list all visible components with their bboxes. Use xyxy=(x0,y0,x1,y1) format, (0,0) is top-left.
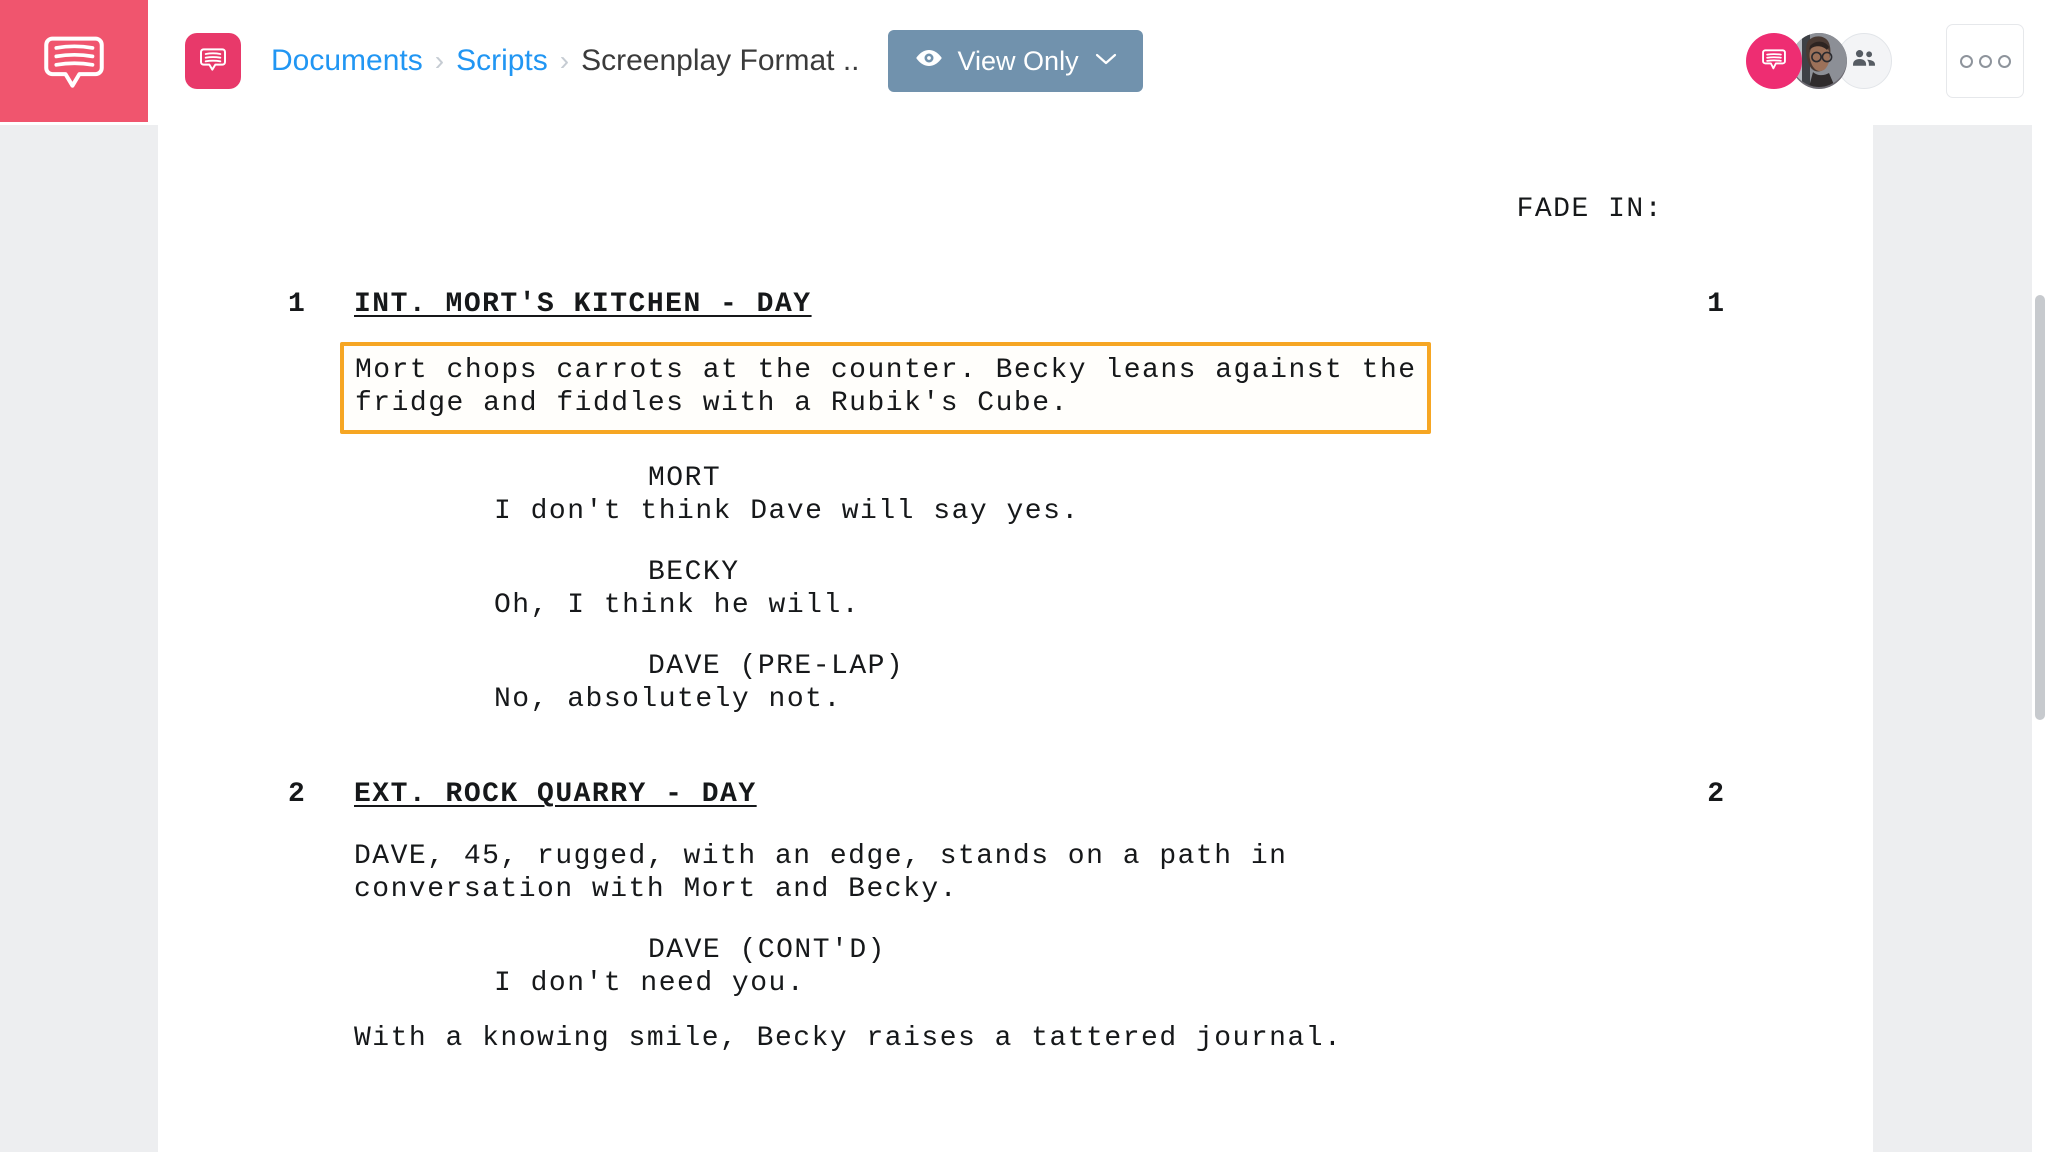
collaborator-avatars xyxy=(1746,33,1892,89)
scene-heading[interactable]: EXT. ROCK QUARRY - DAY xyxy=(354,778,757,811)
scene-heading-row[interactable]: 2 EXT. ROCK QUARRY - DAY 2 xyxy=(158,778,1873,818)
character-cue[interactable]: BECKY xyxy=(648,556,1873,589)
app-logo[interactable] xyxy=(0,0,148,122)
breadcrumb-separator-2: › xyxy=(559,45,570,76)
top-bar-main: Documents › Scripts › Screenplay Format … xyxy=(148,0,2048,122)
top-bar-right xyxy=(1746,24,2048,98)
scene-number-right: 2 xyxy=(1707,779,1725,810)
action-block-selected-line: fridge and fiddles with a Rubik's Cube. xyxy=(355,388,1069,419)
action-block-selected[interactable]: Mort chops carrots at the counter. Becky… xyxy=(340,342,1431,434)
screenplay-content: FADE IN: 1 INT. MORT'S KITCHEN - DAY 1 Mort … xyxy=(158,125,1873,1055)
scene-number-right: 1 xyxy=(1707,289,1725,320)
top-bar: Documents › Scripts › Screenplay Format … xyxy=(0,0,2048,125)
more-options-icon xyxy=(1959,54,1973,68)
chevron-down-icon xyxy=(1095,50,1117,72)
dialogue-block[interactable]: I don't think Dave will say yes. xyxy=(494,495,1873,528)
character-cue[interactable]: DAVE (PRE-LAP) xyxy=(648,650,1873,683)
view-only-button[interactable]: View Only xyxy=(887,30,1143,92)
action-block[interactable]: With a knowing smile, Becky raises a tat… xyxy=(354,1022,1674,1055)
script-bubble-logo-icon xyxy=(37,24,111,98)
app-root: Documents › Scripts › Screenplay Format … xyxy=(0,0,2048,1152)
more-options-icon-dot-3 xyxy=(1997,54,2011,68)
breadcrumb-item-documents[interactable]: Documents xyxy=(271,44,423,78)
view-only-label: View Only xyxy=(957,45,1079,76)
dialogue-block[interactable]: I don't need you. xyxy=(494,967,1873,1000)
editor-workspace: FADE IN: 1 INT. MORT'S KITCHEN - DAY 1 Mort … xyxy=(0,125,2048,1152)
breadcrumb: Documents › Scripts › Screenplay Format … xyxy=(271,44,860,78)
action-block-selected-line: Mort chops carrots at the counter. Becky… xyxy=(355,355,1417,386)
add-people-icon xyxy=(1850,45,1878,78)
dialogue-block-line: I don't need you. xyxy=(494,968,806,999)
script-page[interactable]: FADE IN: 1 INT. MORT'S KITCHEN - DAY 1 Mort … xyxy=(158,125,1873,1152)
action-block-line: conversation with Mort and Becky. xyxy=(354,874,958,905)
dialogue-block-line: No, absolutely not. xyxy=(494,684,842,715)
script-bubble-icon xyxy=(1759,44,1789,79)
eye-icon xyxy=(914,43,944,80)
action-block-wrapper: Mort chops carrots at the counter. Becky… xyxy=(158,328,1873,434)
script-bubble-icon xyxy=(197,43,229,80)
dialogue-block-line: Oh, I think he will. xyxy=(494,590,861,621)
vertical-scrollbar-thumb[interactable] xyxy=(2035,295,2045,720)
scene-number-left: 1 xyxy=(288,289,306,320)
brand-avatar[interactable] xyxy=(1746,33,1802,89)
scene-heading-row[interactable]: 1 INT. MORT'S KITCHEN - DAY 1 xyxy=(158,288,1873,328)
action-block[interactable]: DAVE, 45, rugged, with an edge, stands o… xyxy=(354,840,1674,906)
dialogue-block[interactable]: Oh, I think he will. xyxy=(494,589,1873,622)
dialogue-block-line: I don't think Dave will say yes. xyxy=(494,496,1080,527)
transition-fade-in[interactable]: FADE IN: xyxy=(158,193,1873,226)
scene-heading[interactable]: INT. MORT'S KITCHEN - DAY xyxy=(354,288,812,321)
more-options-button[interactable] xyxy=(1946,24,2024,98)
more-options-icon-dot-2 xyxy=(1978,54,1992,68)
breadcrumb-item-scripts[interactable]: Scripts xyxy=(456,44,548,78)
character-cue[interactable]: MORT xyxy=(648,462,1873,495)
document-type-badge[interactable] xyxy=(185,33,241,89)
action-block-line: With a knowing smile, Becky raises a tat… xyxy=(354,1023,1343,1054)
scene-number-left: 2 xyxy=(288,779,306,810)
character-cue[interactable]: DAVE (CONT'D) xyxy=(648,934,1873,967)
dialogue-block[interactable]: No, absolutely not. xyxy=(494,683,1873,716)
breadcrumb-item-current[interactable]: Screenplay Format .. xyxy=(581,44,859,78)
vertical-scrollbar-track[interactable] xyxy=(2032,125,2048,1152)
breadcrumb-separator-1: › xyxy=(434,45,445,76)
action-block-line: DAVE, 45, rugged, with an edge, stands o… xyxy=(354,841,1288,872)
